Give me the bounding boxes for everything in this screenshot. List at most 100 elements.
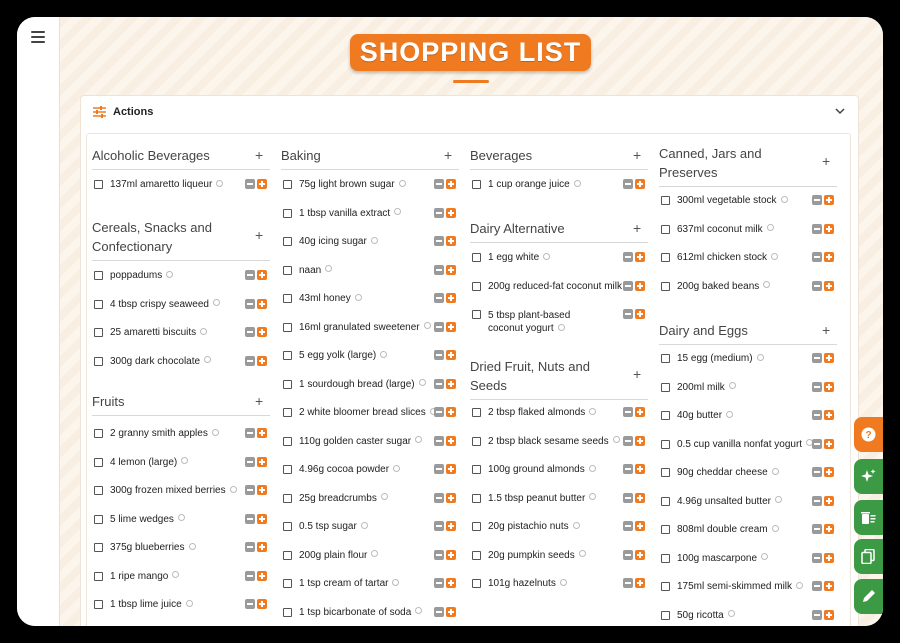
- decrease-quantity-button[interactable]: [812, 495, 822, 506]
- info-icon[interactable]: [188, 542, 196, 550]
- info-icon[interactable]: [766, 224, 774, 232]
- item-checkbox[interactable]: [661, 281, 670, 291]
- increase-quantity-button[interactable]: [824, 609, 834, 620]
- increase-quantity-button[interactable]: [635, 252, 645, 262]
- fab-edit-button[interactable]: [854, 579, 883, 614]
- add-item-button[interactable]: +: [822, 323, 830, 337]
- increase-quantity-button[interactable]: [635, 578, 645, 588]
- info-icon[interactable]: [771, 252, 779, 260]
- info-icon[interactable]: [796, 581, 804, 589]
- item-checkbox[interactable]: [472, 408, 481, 417]
- info-icon[interactable]: [726, 410, 734, 418]
- decrease-quantity-button[interactable]: [623, 435, 633, 446]
- item-checkbox[interactable]: [94, 457, 103, 467]
- increase-quantity-button[interactable]: [257, 270, 267, 280]
- info-icon[interactable]: [763, 281, 771, 289]
- decrease-quantity-button[interactable]: [434, 264, 444, 275]
- item-checkbox[interactable]: [472, 253, 481, 262]
- increase-quantity-button[interactable]: [824, 195, 834, 205]
- decrease-quantity-button[interactable]: [812, 581, 822, 591]
- increase-quantity-button[interactable]: [446, 521, 456, 531]
- increase-quantity-button[interactable]: [257, 570, 267, 581]
- increase-quantity-button[interactable]: [635, 179, 645, 189]
- decrease-quantity-button[interactable]: [623, 578, 633, 588]
- decrease-quantity-button[interactable]: [434, 207, 444, 218]
- decrease-quantity-button[interactable]: [245, 428, 255, 438]
- decrease-quantity-button[interactable]: [434, 321, 444, 332]
- decrease-quantity-button[interactable]: [434, 236, 444, 246]
- increase-quantity-button[interactable]: [446, 264, 456, 275]
- increase-quantity-button[interactable]: [824, 353, 834, 363]
- item-checkbox[interactable]: [283, 522, 292, 531]
- info-icon[interactable]: [543, 252, 551, 260]
- info-icon[interactable]: [394, 208, 402, 216]
- decrease-quantity-button[interactable]: [245, 570, 255, 581]
- increase-quantity-button[interactable]: [446, 549, 456, 560]
- decrease-quantity-button[interactable]: [812, 381, 822, 392]
- item-checkbox[interactable]: [94, 514, 103, 524]
- info-icon[interactable]: [371, 550, 379, 558]
- info-icon[interactable]: [423, 322, 431, 330]
- increase-quantity-button[interactable]: [824, 223, 834, 234]
- info-icon[interactable]: [612, 436, 620, 444]
- increase-quantity-button[interactable]: [446, 179, 456, 189]
- increase-quantity-button[interactable]: [446, 464, 456, 474]
- info-icon[interactable]: [229, 485, 237, 493]
- add-item-button[interactable]: +: [633, 367, 641, 381]
- item-checkbox[interactable]: [661, 382, 670, 392]
- info-icon[interactable]: [166, 270, 174, 278]
- item-checkbox[interactable]: [283, 237, 292, 246]
- info-icon[interactable]: [211, 428, 219, 436]
- item-checkbox[interactable]: [94, 571, 103, 581]
- fab-ai-button[interactable]: [854, 459, 883, 494]
- item-checkbox[interactable]: [94, 486, 103, 495]
- increase-quantity-button[interactable]: [824, 438, 834, 449]
- increase-quantity-button[interactable]: [824, 495, 834, 506]
- item-checkbox[interactable]: [283, 579, 292, 588]
- add-item-button[interactable]: +: [633, 221, 641, 235]
- increase-quantity-button[interactable]: [446, 435, 456, 446]
- item-checkbox[interactable]: [472, 310, 481, 319]
- fab-clear-button[interactable]: [854, 500, 883, 535]
- info-icon[interactable]: [360, 521, 368, 529]
- item-checkbox[interactable]: [661, 354, 670, 363]
- item-checkbox[interactable]: [283, 379, 292, 389]
- increase-quantity-button[interactable]: [824, 524, 834, 534]
- info-icon[interactable]: [559, 578, 567, 586]
- increase-quantity-button[interactable]: [446, 606, 456, 617]
- increase-quantity-button[interactable]: [824, 410, 834, 420]
- info-icon[interactable]: [380, 350, 388, 358]
- actions-toggle[interactable]: Actions: [81, 96, 858, 130]
- increase-quantity-button[interactable]: [824, 252, 834, 262]
- increase-quantity-button[interactable]: [257, 298, 267, 309]
- item-checkbox[interactable]: [283, 493, 292, 503]
- item-checkbox[interactable]: [283, 294, 292, 303]
- add-item-button[interactable]: +: [444, 148, 452, 162]
- fab-help-button[interactable]: ?: [854, 417, 883, 452]
- decrease-quantity-button[interactable]: [623, 521, 633, 531]
- item-checkbox[interactable]: [283, 607, 292, 617]
- increase-quantity-button[interactable]: [257, 327, 267, 337]
- decrease-quantity-button[interactable]: [245, 327, 255, 337]
- item-checkbox[interactable]: [283, 322, 292, 332]
- item-checkbox[interactable]: [283, 351, 292, 360]
- item-checkbox[interactable]: [283, 436, 292, 446]
- item-checkbox[interactable]: [661, 253, 670, 262]
- increase-quantity-button[interactable]: [446, 578, 456, 588]
- item-checkbox[interactable]: [283, 550, 292, 560]
- item-checkbox[interactable]: [94, 328, 103, 337]
- increase-quantity-button[interactable]: [824, 280, 834, 291]
- decrease-quantity-button[interactable]: [623, 549, 633, 560]
- increase-quantity-button[interactable]: [446, 378, 456, 389]
- info-icon[interactable]: [771, 467, 779, 475]
- increase-quantity-button[interactable]: [446, 207, 456, 218]
- info-icon[interactable]: [588, 464, 596, 472]
- hamburger-menu-icon[interactable]: [31, 31, 45, 43]
- increase-quantity-button[interactable]: [257, 542, 267, 552]
- info-icon[interactable]: [589, 407, 597, 415]
- increase-quantity-button[interactable]: [824, 581, 834, 591]
- item-checkbox[interactable]: [661, 196, 670, 205]
- decrease-quantity-button[interactable]: [623, 407, 633, 417]
- increase-quantity-button[interactable]: [635, 521, 645, 531]
- increase-quantity-button[interactable]: [446, 293, 456, 303]
